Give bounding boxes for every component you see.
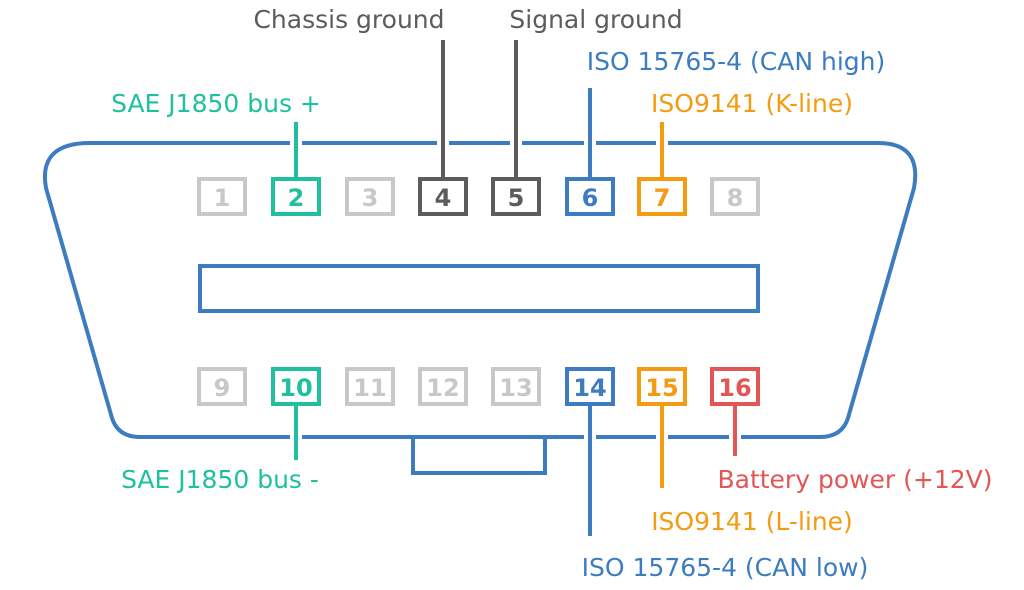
pin-number: 11 — [353, 374, 386, 402]
pin-number: 4 — [435, 184, 452, 212]
pin-number: 13 — [499, 374, 532, 402]
pin-number: 1 — [214, 184, 231, 212]
pin-1: 1 — [197, 177, 247, 216]
connector-key-tab — [411, 437, 547, 475]
connector-body — [43, 141, 918, 439]
label-pin-16: Battery power (+12V) — [717, 465, 992, 494]
label-pin-5: Signal ground — [509, 5, 682, 34]
pin-11: 11 — [345, 367, 395, 406]
pin-number: 5 — [508, 184, 525, 212]
pin-number: 14 — [573, 374, 606, 402]
label-pin-2: SAE J1850 bus + — [111, 89, 321, 118]
pin-2: 2 — [271, 177, 321, 216]
pin-8: 8 — [710, 177, 760, 216]
connector-outline — [43, 141, 918, 475]
pin-10: 10 — [271, 367, 321, 406]
label-pin-14: ISO 15765-4 (CAN low) — [582, 553, 869, 582]
pin-15: 15 — [637, 367, 687, 406]
pin-number: 7 — [654, 184, 671, 212]
pin-5: 5 — [491, 177, 541, 216]
pin-12: 12 — [418, 367, 468, 406]
pin-number: 16 — [718, 374, 751, 402]
label-pin-15: ISO9141 (L-line) — [651, 507, 853, 536]
label-pin-4: Chassis ground — [253, 5, 444, 34]
pin-number: 8 — [727, 184, 744, 212]
pin-3: 3 — [345, 177, 395, 216]
pin-number: 6 — [582, 184, 599, 212]
pin-13: 13 — [491, 367, 541, 406]
pin-number: 15 — [645, 374, 678, 402]
pin-7: 7 — [637, 177, 687, 216]
obd2-connector-diagram: 1 2 3 4 5 6 7 89 10 11 12 13 14 15 16 SAE J1850 bus +C… — [43, 5, 993, 582]
connector-slot — [198, 264, 760, 313]
pin-9: 9 — [197, 367, 247, 406]
pin-16: 16 — [710, 367, 760, 406]
pin-number: 9 — [214, 374, 231, 402]
pin-4: 4 — [418, 177, 468, 216]
pin-6: 6 — [565, 177, 615, 216]
pin-number: 3 — [362, 184, 379, 212]
pin-number: 2 — [288, 184, 305, 212]
pin-number: 10 — [279, 374, 312, 402]
label-pin-7: ISO9141 (K-line) — [651, 89, 853, 118]
pin-14: 14 — [565, 367, 615, 406]
label-pin-10: SAE J1850 bus - — [121, 465, 319, 494]
pin-number: 12 — [426, 374, 459, 402]
label-pin-6: ISO 15765-4 (CAN high) — [587, 47, 886, 76]
